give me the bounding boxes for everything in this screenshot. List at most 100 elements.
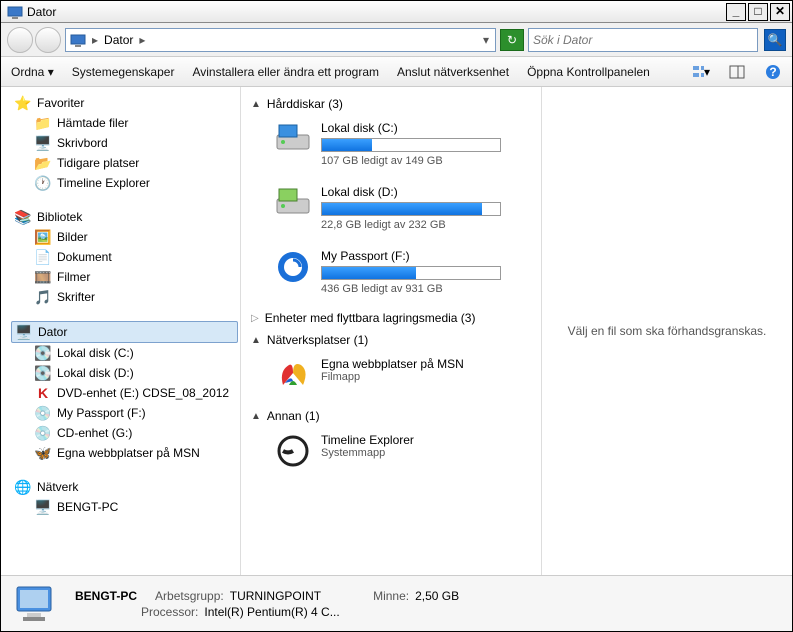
nav-item-drive-c[interactable]: 💽Lokal disk (C:) bbox=[11, 343, 238, 363]
document-icon: 📄 bbox=[35, 249, 51, 265]
computer-icon bbox=[70, 32, 86, 48]
nav-group-computer: 🖥️ Dator 💽Lokal disk (C:) 💽Lokal disk (D… bbox=[11, 321, 238, 463]
usage-bar bbox=[321, 266, 501, 280]
nav-title-network[interactable]: 🌐 Nätverk bbox=[11, 477, 238, 497]
network-location-item[interactable]: Egna webbplatser på MSN Filmapp bbox=[251, 351, 531, 405]
control-panel-button[interactable]: Öppna Kontrollpanelen bbox=[527, 65, 650, 79]
nav-item-timeline[interactable]: 🕐Timeline Explorer bbox=[11, 173, 238, 193]
nav-item-recent[interactable]: 📂Tidigare platser bbox=[11, 153, 238, 173]
drive-name: My Passport (F:) bbox=[321, 249, 531, 263]
uninstall-button[interactable]: Avinstallera eller ändra ett program bbox=[192, 65, 379, 79]
items-pane[interactable]: ▲ Hårddiskar (3) Lokal disk (C:) 107 GB … bbox=[241, 87, 542, 575]
toolbar: Ordna ▾ Systemegenskaper Avinstallera el… bbox=[1, 57, 792, 87]
minimize-button[interactable]: _ bbox=[726, 3, 746, 21]
clock-icon: 🕐 bbox=[35, 175, 51, 191]
chevron-right-icon[interactable]: ▸ bbox=[137, 33, 147, 47]
nav-item-downloads[interactable]: 📁Hämtade filer bbox=[11, 113, 238, 133]
nav-item-passport[interactable]: 💿My Passport (F:) bbox=[11, 403, 238, 423]
nav-item-bengtpc[interactable]: 🖥️BENGT-PC bbox=[11, 497, 238, 517]
group-hard-disks[interactable]: ▲ Hårddiskar (3) bbox=[251, 93, 531, 115]
drive-free-text: 436 GB ledigt av 931 GB bbox=[321, 283, 531, 295]
nav-item-cd[interactable]: 💿CD-enhet (G:) bbox=[11, 423, 238, 443]
drive-icon bbox=[275, 185, 311, 221]
preview-pane: Välj en fil som ska förhandsgranskas. bbox=[542, 87, 792, 575]
nav-title-libraries[interactable]: 📚 Bibliotek bbox=[11, 207, 238, 227]
library-icon: 📚 bbox=[15, 209, 31, 225]
group-removable[interactable]: ▷ Enheter med flyttbara lagringsmedia (3… bbox=[251, 307, 531, 329]
disc-icon: 💿 bbox=[35, 425, 51, 441]
nav-item-music[interactable]: 🎵Skrifter bbox=[11, 287, 238, 307]
nav-item-dvd[interactable]: KDVD-enhet (E:) CDSE_08_2012 bbox=[11, 383, 238, 403]
processor-label: Processor: bbox=[141, 605, 198, 619]
nav-group-libraries: 📚 Bibliotek 🖼️Bilder 📄Dokument 🎞️Filmer … bbox=[11, 207, 238, 307]
memory-value: 2,50 GB bbox=[415, 589, 459, 603]
nav-item-documents[interactable]: 📄Dokument bbox=[11, 247, 238, 267]
details-bar: BENGT-PC Arbetsgrupp: TURNINGPOINT Minne… bbox=[1, 575, 792, 631]
usage-bar bbox=[321, 138, 501, 152]
computer-icon bbox=[7, 4, 23, 20]
svg-text:?: ? bbox=[769, 65, 776, 79]
organize-button[interactable]: Ordna ▾ bbox=[11, 65, 54, 79]
nav-item-msn[interactable]: 🦋Egna webbplatser på MSN bbox=[11, 443, 238, 463]
drive-item[interactable]: My Passport (F:) 436 GB ledigt av 931 GB bbox=[251, 243, 531, 307]
folder-icon: 📁 bbox=[35, 115, 51, 131]
drive-name: Lokal disk (C:) bbox=[321, 121, 531, 135]
breadcrumb-location[interactable]: Dator bbox=[104, 33, 133, 47]
nav-title-favorites[interactable]: ⭐ Favoriter bbox=[11, 93, 238, 113]
view-options-button[interactable]: ▾ bbox=[692, 63, 710, 81]
msn-icon bbox=[275, 357, 311, 393]
titlebar: Dator _ □ ✕ bbox=[1, 1, 792, 23]
preview-placeholder: Välj en fil som ska förhandsgranskas. bbox=[568, 324, 767, 338]
drive-icon: 💽 bbox=[35, 365, 51, 381]
help-button[interactable]: ? bbox=[764, 63, 782, 81]
workgroup-value: TURNINGPOINT bbox=[230, 589, 321, 603]
nav-item-desktop[interactable]: 🖥️Skrivbord bbox=[11, 133, 238, 153]
details-info: BENGT-PC Arbetsgrupp: TURNINGPOINT Minne… bbox=[75, 589, 459, 619]
expand-icon: ▷ bbox=[251, 313, 259, 324]
refresh-button[interactable]: ↻ bbox=[500, 29, 524, 51]
nav-item-videos[interactable]: 🎞️Filmer bbox=[11, 267, 238, 287]
other-item[interactable]: Timeline Explorer Systemmapp bbox=[251, 427, 531, 481]
system-properties-button[interactable]: Systemegenskaper bbox=[72, 65, 175, 79]
drive-free-text: 107 GB ledigt av 149 GB bbox=[321, 155, 531, 167]
pc-icon: 🖥️ bbox=[35, 499, 51, 515]
nav-title-computer[interactable]: 🖥️ Dator bbox=[11, 321, 238, 343]
item-subtitle: Systemmapp bbox=[321, 447, 414, 459]
chevron-down-icon[interactable]: ▾ bbox=[481, 33, 491, 47]
map-drive-button[interactable]: Anslut nätverksenhet bbox=[397, 65, 509, 79]
workgroup-label: Arbetsgrupp: bbox=[155, 589, 224, 603]
close-button[interactable]: ✕ bbox=[770, 3, 790, 21]
maximize-button[interactable]: □ bbox=[748, 3, 768, 21]
drive-icon: 💿 bbox=[35, 405, 51, 421]
drive-free-text: 22,8 GB ledigt av 232 GB bbox=[321, 219, 531, 231]
group-other[interactable]: ▲ Annan (1) bbox=[251, 405, 531, 427]
back-button[interactable] bbox=[7, 27, 33, 53]
music-icon: 🎵 bbox=[35, 289, 51, 305]
pictures-icon: 🖼️ bbox=[35, 229, 51, 245]
nav-group-favorites: ⭐ Favoriter 📁Hämtade filer 🖥️Skrivbord 📂… bbox=[11, 93, 238, 193]
memory-label: Minne: bbox=[373, 589, 409, 603]
search-button[interactable]: 🔍 bbox=[764, 29, 786, 51]
drive-icon: 💽 bbox=[35, 345, 51, 361]
drive-name: Lokal disk (D:) bbox=[321, 185, 531, 199]
window-title: Dator bbox=[27, 5, 724, 19]
drive-item[interactable]: Lokal disk (C:) 107 GB ledigt av 149 GB bbox=[251, 115, 531, 179]
preview-pane-button[interactable] bbox=[728, 63, 746, 81]
recent-icon: 📂 bbox=[35, 155, 51, 171]
forward-button[interactable] bbox=[35, 27, 61, 53]
breadcrumb[interactable]: ▸ Dator ▸ ▾ bbox=[65, 28, 496, 52]
drive-item[interactable]: Lokal disk (D:) 22,8 GB ledigt av 232 GB bbox=[251, 179, 531, 243]
details-name: BENGT-PC bbox=[75, 589, 137, 603]
nav-item-drive-d[interactable]: 💽Lokal disk (D:) bbox=[11, 363, 238, 383]
nav-item-pictures[interactable]: 🖼️Bilder bbox=[11, 227, 238, 247]
group-network-locations[interactable]: ▲ Nätverksplatser (1) bbox=[251, 329, 531, 351]
chevron-right-icon: ▸ bbox=[90, 33, 100, 47]
search-box[interactable] bbox=[528, 28, 758, 52]
search-input[interactable] bbox=[533, 33, 753, 47]
film-icon: 🎞️ bbox=[35, 269, 51, 285]
content-area: ⭐ Favoriter 📁Hämtade filer 🖥️Skrivbord 📂… bbox=[1, 87, 792, 575]
item-subtitle: Filmapp bbox=[321, 371, 464, 383]
computer-icon bbox=[13, 583, 61, 625]
navigation-pane[interactable]: ⭐ Favoriter 📁Hämtade filer 🖥️Skrivbord 📂… bbox=[1, 87, 241, 575]
nav-group-network: 🌐 Nätverk 🖥️BENGT-PC bbox=[11, 477, 238, 517]
